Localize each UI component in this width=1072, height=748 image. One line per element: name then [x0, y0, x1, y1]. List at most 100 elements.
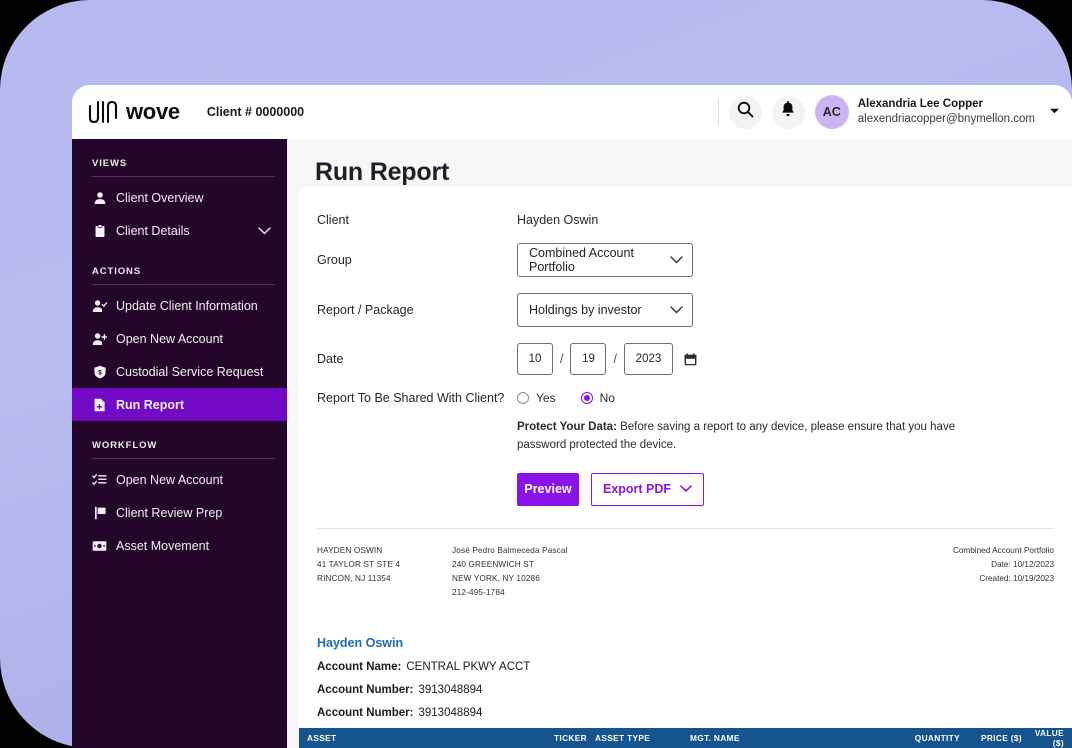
protect-your-data-title: Protect Your Data:: [517, 421, 617, 433]
share-label: Report To Be Shared With Client?: [317, 391, 505, 405]
toolbar-divider: [717, 99, 719, 125]
date-separator: /: [613, 352, 617, 366]
table-header-price: PRICE ($): [981, 733, 1022, 743]
table-header-quantity: QUANTITY: [914, 733, 960, 743]
sidebar-item-label: Client Details: [116, 223, 190, 238]
sidebar-item-label: Update Client Information: [116, 298, 258, 313]
table-header-value: VALUE ($): [1034, 728, 1064, 748]
report-preview: HAYDEN OSWIN 41 TAYLOR ST STE 4 RINCON, …: [299, 529, 1072, 719]
notifications-button[interactable]: [771, 95, 805, 129]
run-report-card: Client Hayden Oswin Group Combined Accou…: [299, 187, 1072, 748]
date-separator: /: [560, 352, 564, 366]
avatar[interactable]: AC: [814, 95, 849, 129]
chevron-down-icon: [670, 256, 683, 264]
sidebar-group-label-workflow: WORKFLOW: [92, 440, 158, 451]
date-month-input[interactable]: 10: [517, 343, 553, 375]
report-account-holder-title: Hayden Oswin: [317, 636, 404, 651]
group-select-value: Combined Account Portfolio: [529, 246, 634, 274]
client-address-line: 41 TAYLOR ST STE 4: [317, 559, 401, 569]
report-account-number-row: Account Number: 3913048894: [317, 684, 1054, 696]
report-action-buttons: Preview Export PDF: [517, 472, 1072, 506]
report-meta-created: Created: 10/19/2023: [979, 573, 1054, 583]
sidebar-item-client-details[interactable]: Client Details: [72, 214, 287, 247]
account-number-key: Account Number:: [317, 707, 414, 720]
report-package-select-value: Holdings by investor: [529, 303, 642, 317]
date-day-input[interactable]: 19: [570, 343, 607, 375]
export-pdf-button[interactable]: Export PDF: [591, 472, 705, 506]
report-meta-date: Date: 10/12/2023: [991, 559, 1054, 569]
flag-icon: [92, 505, 107, 520]
shield-badge-icon: $: [92, 364, 107, 379]
main-content: Run Report Client Hayden Oswin Group Com…: [287, 139, 1072, 748]
report-account-name-row: Account Name: CENTRAL PKWY ACCT: [317, 661, 1054, 673]
client-value: Hayden Oswin: [517, 213, 599, 227]
sidebar-item-label: Open New Account: [116, 472, 224, 487]
sidebar-item-update-client-information[interactable]: Update Client Information: [72, 289, 287, 322]
advisor-address-line: 212-495-1784: [452, 587, 505, 597]
report-account-number-row: Account Number: 3913048894: [317, 707, 1054, 719]
table-header-asset: ASSET: [307, 733, 337, 743]
report-package-label: Report / Package: [317, 303, 414, 317]
share-radio-yes[interactable]: Yes: [517, 391, 556, 405]
share-radio-no[interactable]: No: [580, 391, 615, 405]
account-number-key: Account Number:: [317, 684, 414, 697]
form-row-client: Client Hayden Oswin: [299, 213, 1072, 227]
group-select[interactable]: Combined Account Portfolio: [517, 243, 693, 277]
advisor-address-line: José Pedro Balmeceda Pascal: [452, 545, 568, 555]
sidebar-divider: [92, 458, 275, 459]
sidebar-item-asset-movement[interactable]: Asset Movement: [72, 529, 287, 562]
sidebar-item-label: Custodial Service Request: [116, 364, 264, 379]
user-email: alexendriacopper@bnymellon.com: [857, 113, 1035, 125]
client-label: Client: [317, 213, 349, 227]
radio-selected-icon: [580, 392, 593, 404]
user-menu-chevron-down-icon[interactable]: [1049, 107, 1060, 117]
sidebar-item-workflow-open-new-account[interactable]: Open New Account: [72, 463, 287, 496]
search-icon: [737, 101, 754, 123]
account-name-key: Account Name:: [317, 661, 402, 674]
share-radio-group: Yes No: [517, 391, 640, 405]
share-radio-yes-label: Yes: [536, 391, 556, 405]
sidebar-item-label: Open New Account: [116, 331, 224, 346]
person-icon: [92, 190, 107, 205]
sidebar-item-label: Run Report: [116, 397, 185, 412]
sidebar-item-client-review-prep[interactable]: Client Review Prep: [72, 496, 287, 529]
bell-icon: [780, 100, 796, 123]
chevron-down-icon[interactable]: [258, 226, 271, 235]
person-check-icon: [92, 298, 107, 313]
table-header-asset-type: ASSET TYPE: [595, 733, 651, 743]
report-package-select[interactable]: Holdings by investor: [517, 293, 693, 327]
checklist-icon: [92, 472, 107, 487]
preview-button[interactable]: Preview: [517, 472, 579, 506]
sidebar-item-label: Asset Movement: [116, 538, 210, 553]
top-bar: wove Client # 0000000 AC Alexandria Lee …: [72, 85, 1072, 139]
protect-your-data-note: Protect Your Data: Before saving a repor…: [517, 419, 987, 455]
export-pdf-label: Export PDF: [603, 482, 672, 497]
group-label: Group: [317, 253, 352, 267]
sidebar-item-custodial-service-request[interactable]: $ Custodial Service Request: [72, 355, 287, 388]
file-plus-icon: [92, 397, 107, 412]
date-year-input[interactable]: 2023: [623, 343, 673, 375]
top-bar-right: AC Alexandria Lee Copper alexendriacoppe…: [717, 95, 1072, 129]
sidebar-item-label: Client Overview: [116, 190, 204, 205]
search-button[interactable]: [728, 95, 762, 129]
sidebar-divider: [92, 284, 275, 285]
clipboard-icon: [92, 223, 107, 238]
radio-unselected-icon: [517, 392, 529, 404]
sidebar-item-open-new-account[interactable]: Open New Account: [72, 322, 287, 355]
sidebar: VIEWS Client Overview Client Details ACT…: [72, 139, 287, 748]
app-window: wove Client # 0000000 AC Alexandria Lee …: [72, 85, 1072, 748]
advisor-address-block: José Pedro Balmeceda Pascal 240 GREENWIC…: [452, 544, 568, 600]
money-transfer-icon: [92, 538, 107, 553]
calendar-icon[interactable]: [684, 353, 697, 366]
wove-wave-logo-icon: [87, 99, 121, 125]
report-addresses: HAYDEN OSWIN 41 TAYLOR ST STE 4 RINCON, …: [317, 544, 1054, 600]
logo-wordmark: wove: [126, 99, 180, 124]
sidebar-item-client-overview[interactable]: Client Overview: [72, 181, 287, 214]
report-meta: Combined Account Portfolio Date: 10/12/2…: [953, 544, 1054, 586]
avatar-initials: AC: [822, 105, 841, 119]
app-logo[interactable]: wove: [87, 99, 180, 125]
sidebar-item-run-report[interactable]: Run Report: [72, 388, 287, 421]
sidebar-group-label-views: VIEWS: [92, 158, 128, 169]
advisor-address-line: 240 GREENWICH ST: [452, 559, 535, 569]
